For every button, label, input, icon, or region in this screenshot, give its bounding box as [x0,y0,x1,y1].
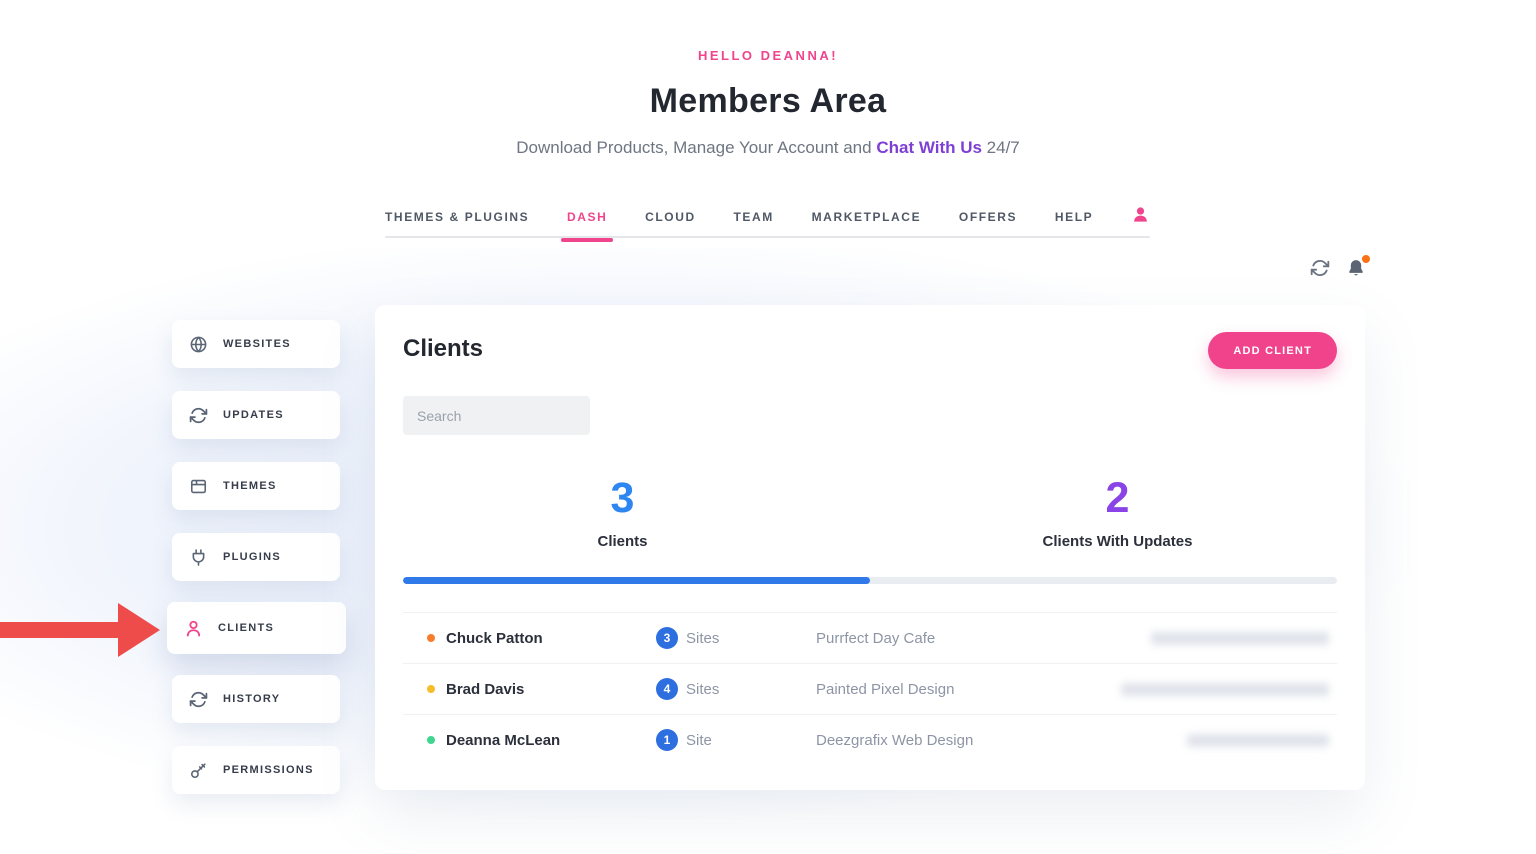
callout-arrow-icon [118,603,160,657]
sidebar: WEBSITES UPDATES THEMES [172,320,340,817]
status-dot [427,736,435,744]
greeting-text: HELLO DEANNA! [0,48,1536,63]
sites-label: Site [686,732,712,749]
globe-icon [189,335,208,354]
add-client-button[interactable]: ADD CLIENT [1208,332,1337,369]
client-name: Chuck Patton [446,630,656,647]
history-icon [189,690,208,709]
redacted-email [1187,734,1329,747]
updates-progress-track [403,577,1337,584]
sites-cell: 1 Site [656,729,816,751]
clients-panel-title: Clients [403,335,483,363]
dashboard-toolbar [1310,258,1368,280]
sidebar-item-plugins[interactable]: PLUGINS [172,533,340,581]
clients-panel: Clients ADD CLIENT 3 Clients 2 Clients W… [375,305,1365,790]
sites-label: Sites [686,630,719,647]
sites-label: Sites [686,681,719,698]
sidebar-item-label: THEMES [223,480,277,492]
tab-dash[interactable]: DASH [567,206,607,240]
sites-count-badge: 4 [656,678,678,700]
tab-team[interactable]: TEAM [733,206,773,240]
plug-icon [189,548,208,567]
sidebar-item-clients[interactable]: CLIENTS [167,602,346,654]
table-row-brad-davis[interactable]: Brad Davis 4 Sites Painted Pixel Design [403,663,1337,714]
stat-updates-label: Clients With Updates [870,533,1365,550]
page-title: Members Area [0,82,1536,121]
stat-clients-with-updates: 2 Clients With Updates [870,477,1365,550]
tab-help[interactable]: HELP [1055,206,1093,240]
client-name: Brad Davis [446,681,656,698]
sidebar-item-label: UPDATES [223,409,284,421]
table-row-deanna-mclean[interactable]: Deanna McLean 1 Site Deezgrafix Web Desi… [403,714,1337,765]
client-stats: 3 Clients 2 Clients With Updates [375,477,1365,550]
tab-offers[interactable]: OFFERS [959,206,1017,240]
stat-clients-value: 3 [375,477,870,520]
stat-clients-label: Clients [375,533,870,550]
callout-arrow-body [0,622,118,638]
page-subtitle: Download Products, Manage Your Account a… [0,138,1536,158]
redacted-email [1151,632,1329,645]
search-input[interactable] [403,396,590,435]
status-dot [427,685,435,693]
sidebar-item-websites[interactable]: WEBSITES [172,320,340,368]
tab-marketplace[interactable]: MARKETPLACE [812,206,922,240]
sidebar-item-label: CLIENTS [218,622,274,634]
sidebar-item-updates[interactable]: UPDATES [172,391,340,439]
subtitle-suffix: 24/7 [982,138,1020,157]
site-name: Painted Pixel Design [816,681,954,698]
key-icon [189,761,208,780]
sidebar-item-label: HISTORY [223,693,280,705]
site-name: Deezgrafix Web Design [816,732,973,749]
sidebar-item-permissions[interactable]: PERMISSIONS [172,746,340,794]
chat-with-us-link[interactable]: Chat With Us [876,138,982,157]
stat-updates-value: 2 [870,477,1365,520]
sites-count-badge: 3 [656,627,678,649]
sites-count-badge: 1 [656,729,678,751]
clients-table: Chuck Patton 3 Sites Purrfect Day Cafe B… [403,612,1337,765]
refresh-icon[interactable] [1310,258,1332,280]
main-nav: THEMES & PLUGINS DASH CLOUD TEAM MARKETP… [385,206,1150,240]
user-account-icon[interactable] [1131,205,1150,224]
sync-icon [189,406,208,425]
table-row-chuck-patton[interactable]: Chuck Patton 3 Sites Purrfect Day Cafe [403,612,1337,663]
nav-underline-track [385,236,1150,238]
client-name: Deanna McLean [446,732,656,749]
updates-progress-fill [403,577,870,584]
sites-cell: 4 Sites [656,678,816,700]
sidebar-item-label: PERMISSIONS [223,764,314,776]
sites-cell: 3 Sites [656,627,816,649]
stat-clients: 3 Clients [375,477,870,550]
redacted-email [1121,683,1329,696]
sidebar-item-label: PLUGINS [223,551,281,563]
window-icon [189,477,208,496]
subtitle-prefix: Download Products, Manage Your Account a… [516,138,876,157]
sidebar-item-themes[interactable]: THEMES [172,462,340,510]
status-dot [427,634,435,642]
bell-icon[interactable] [1346,258,1368,280]
members-area-page: HELLO DEANNA! Members Area Download Prod… [0,0,1536,854]
sidebar-item-history[interactable]: HISTORY [172,675,340,723]
site-name: Purrfect Day Cafe [816,630,935,647]
sidebar-item-label: WEBSITES [223,338,291,350]
person-icon [184,619,203,638]
tab-themes-plugins[interactable]: THEMES & PLUGINS [385,206,529,240]
tab-cloud[interactable]: CLOUD [645,206,696,240]
notification-dot [1362,255,1370,263]
